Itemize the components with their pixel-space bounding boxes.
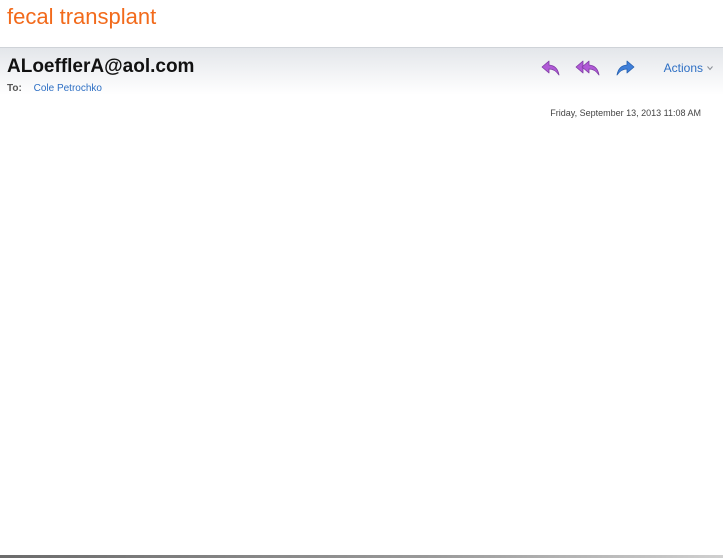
recipient-link[interactable]: Cole Petrochko [34,83,102,94]
forward-icon [616,60,635,76]
email-body [0,125,723,553]
forward-button[interactable] [612,58,638,78]
sender-address[interactable]: ALoefflerA@aol.com [7,56,194,78]
email-view: fecal transplant ALoefflerA@aol.com To: … [0,0,723,558]
email-header: ALoefflerA@aol.com To: Cole Petrochko Ac… [0,47,723,95]
actions-label: Actions [663,61,703,75]
email-subject: fecal transplant [7,4,157,29]
recipient-row: To: Cole Petrochko [7,83,102,95]
chevron-down-icon [707,66,713,71]
email-datetime: Friday, September 13, 2013 11:08 AM [550,108,701,118]
reply-icon [541,60,560,76]
actions-menu[interactable]: Actions [664,61,713,75]
to-label: To: [7,83,22,94]
reply-button[interactable] [538,58,564,78]
reply-all-button[interactable] [575,58,601,78]
message-toolbar: Actions [538,58,713,78]
reply-all-icon [575,60,600,76]
